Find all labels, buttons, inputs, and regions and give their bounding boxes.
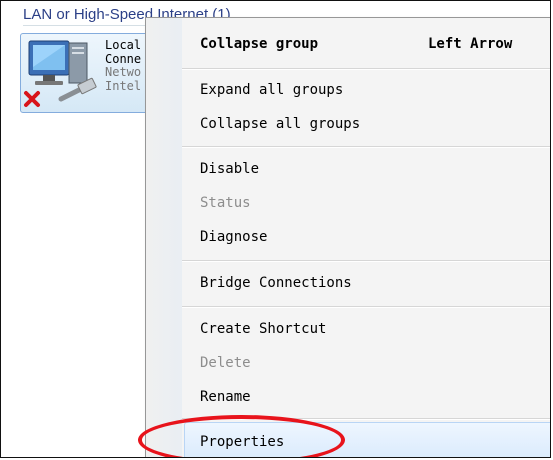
menu-item-label: Properties [200,434,285,450]
menu-item-bridge-connections[interactable]: Bridge Connections [200,269,550,297]
menu-item-label: Rename [200,389,251,405]
shortcut-label: Left Arrow [428,36,513,52]
menu-item-label: Delete [200,355,251,371]
menu-item-label: Bridge Connections [200,275,352,291]
menu-item-collapse-all-groups[interactable]: Collapse all groups [200,110,550,138]
menu-item-label: Create Shortcut [200,321,327,337]
menu-item-label: Collapse all groups [200,116,361,132]
menu-item-expand-all-groups[interactable]: Expand all groups [200,76,550,104]
menu-separator [182,260,550,262]
disconnected-x-icon [24,91,40,107]
menu-item-diagnose[interactable]: Diagnose [200,223,550,251]
connection-details: Local Conne Netwo Intel [105,38,142,93]
menu-item-disable[interactable]: Disable [200,155,550,183]
menu-item-label: Collapse group [200,36,319,52]
menu-item-label: Diagnose [200,229,268,245]
connection-device-line: Intel [105,78,142,93]
connection-status-line: Conne [105,51,142,66]
menu-item-create-shortcut[interactable]: Create Shortcut [200,315,550,343]
menu-item-rename[interactable]: Rename [200,383,550,411]
menu-separator [182,306,550,308]
context-menu: Collapse group Left Arrow Expand all gro… [145,17,550,457]
menu-item-collapse-group[interactable]: Collapse group Left Arrow [200,30,550,58]
menu-gutter [146,18,182,457]
connection-name-line: Local [105,38,142,52]
menu-item-label: Disable [200,161,260,177]
menu-separator [182,68,550,70]
menu-separator [182,418,550,420]
menu-item-delete: Delete [200,349,550,377]
connection-network-line: Netwo [105,65,142,79]
menu-separator [182,146,550,148]
menu-item-label: Status [200,195,251,211]
menu-item-status: Status [200,189,550,217]
menu-item-properties[interactable]: Properties [200,428,550,456]
menu-item-label: Expand all groups [200,82,344,98]
network-connections-window: LAN or High-Speed Internet (1) Local Con… [0,0,551,458]
